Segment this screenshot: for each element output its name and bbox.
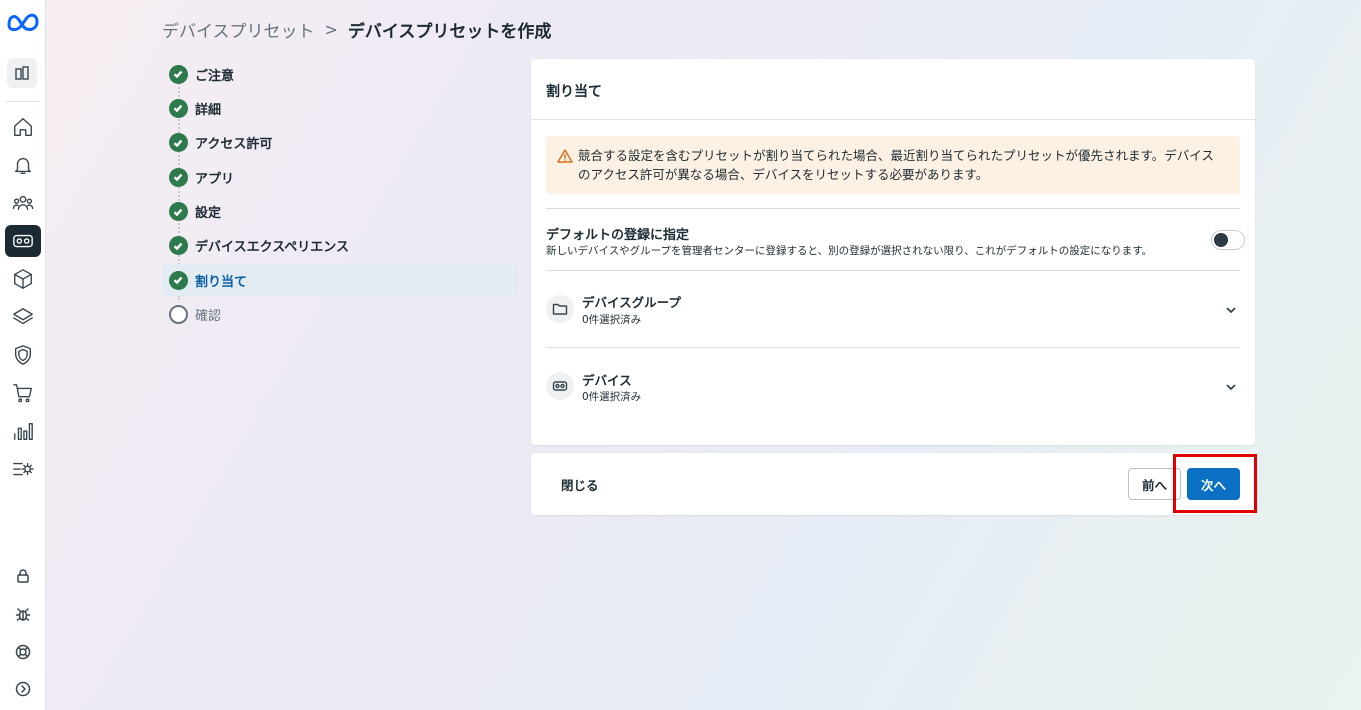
step-label: ご注意 xyxy=(195,68,235,84)
sidebar-item-users[interactable] xyxy=(5,187,41,219)
organization-icon xyxy=(15,66,29,80)
breadcrumb: デバイスプリセット > デバイスプリセットを作成 xyxy=(162,16,551,42)
warning-text-line-1: 競合する設定を含むプリセットが割り当てられた場合、最近割り当てられたプリセットが… xyxy=(578,148,1214,163)
warning-text-line-2: のアクセス許可が異なる場合、デバイスをリセットする必要があります。 xyxy=(578,167,989,182)
step-label: 詳細 xyxy=(195,102,222,118)
breadcrumb-parent-link[interactable]: デバイスプリセット xyxy=(162,17,315,42)
step-label: 確認 xyxy=(195,309,222,325)
shield-icon xyxy=(14,345,32,365)
settings-list-icon xyxy=(13,462,34,476)
sidebar-item-store[interactable] xyxy=(5,377,41,409)
step-item[interactable]: アクセス許可 xyxy=(162,127,518,159)
users-icon xyxy=(12,195,34,211)
sidebar-item-analytics[interactable] xyxy=(5,415,41,447)
step-item[interactable]: 確認 xyxy=(162,299,518,331)
empty-circle-icon xyxy=(168,305,188,325)
cart-icon xyxy=(13,384,32,403)
check-circle-icon xyxy=(168,167,188,187)
folder-icon xyxy=(552,303,568,315)
step-label: アクセス許可 xyxy=(195,137,273,153)
sidebar-item-help[interactable] xyxy=(5,636,41,668)
meta-logo-icon[interactable] xyxy=(6,10,40,32)
page-title: デバイスプリセットを作成 xyxy=(347,21,552,42)
sidebar xyxy=(0,0,46,710)
headset-icon xyxy=(552,381,568,391)
assignment-card: 割り当て 競合する設定を含むプリセットが割り当てられた場合、最近割り当てられたプ… xyxy=(531,59,1255,445)
step-label: デバイスエクスペリエンス xyxy=(195,240,350,256)
device-groups-count: 0件選択済み xyxy=(582,314,642,326)
sidebar-item-settings[interactable] xyxy=(5,453,41,485)
chevron-down-icon xyxy=(1224,379,1238,393)
check-circle-icon xyxy=(168,236,188,256)
sidebar-item-apps[interactable] xyxy=(5,263,41,295)
bar-chart-icon xyxy=(14,422,33,440)
home-icon xyxy=(14,118,32,136)
chevron-right-circle-icon xyxy=(15,681,31,697)
sidebar-divider xyxy=(6,101,40,102)
step-item[interactable]: 設定 xyxy=(162,196,518,228)
warning-banner: 競合する設定を含むプリセットが割り当てられた場合、最近割り当てられたプリセットが… xyxy=(546,136,1240,194)
default-enrollment-toggle[interactable] xyxy=(1211,230,1245,250)
sidebar-item-bug-report[interactable] xyxy=(5,598,41,630)
step-item[interactable]: デバイスエクスペリエンス xyxy=(162,230,518,262)
previous-button[interactable]: 前へ xyxy=(1128,468,1181,500)
cube-icon xyxy=(14,269,32,289)
folder-icon-badge xyxy=(546,295,574,323)
bug-icon xyxy=(15,608,31,621)
divider xyxy=(546,208,1240,209)
check-circle-icon xyxy=(168,133,188,153)
step-item[interactable]: ご注意 xyxy=(162,58,518,90)
sidebar-item-presets[interactable] xyxy=(5,301,41,333)
next-button[interactable]: 次へ xyxy=(1187,468,1240,500)
default-enrollment-title: デフォルトの登録に指定 xyxy=(546,228,690,243)
warning-icon xyxy=(557,149,573,163)
device-groups-title: デバイスグループ xyxy=(582,295,681,310)
check-circle-icon xyxy=(168,64,188,84)
devices-title: デバイス xyxy=(582,373,632,388)
sidebar-expand-button[interactable] xyxy=(5,673,41,705)
devices-accordion[interactable]: デバイス 0件選択済み xyxy=(546,348,1240,424)
check-circle-icon xyxy=(168,98,188,118)
devices-count: 0件選択済み xyxy=(582,391,642,403)
bell-icon xyxy=(14,157,32,174)
sidebar-item-home[interactable] xyxy=(5,111,41,143)
sidebar-item-security[interactable] xyxy=(5,339,41,371)
close-button[interactable]: 閉じる xyxy=(549,469,611,499)
breadcrumb-separator: > xyxy=(324,19,338,39)
toggle-knob xyxy=(1214,233,1228,247)
sidebar-item-notifications[interactable] xyxy=(5,149,41,181)
card-title: 割り当て xyxy=(531,59,1255,120)
step-label: アプリ xyxy=(195,171,235,187)
lifebuoy-icon xyxy=(15,644,31,660)
sidebar-item-lock[interactable] xyxy=(5,560,41,592)
step-item[interactable]: 詳細 xyxy=(162,92,518,124)
lock-icon xyxy=(17,569,29,583)
device-groups-accordion[interactable]: デバイスグループ 0件選択済み xyxy=(546,271,1240,347)
wizard-footer: 閉じる 前へ 次へ xyxy=(531,453,1255,515)
step-label: 割り当て xyxy=(195,274,248,290)
step-item[interactable]: 割り当て xyxy=(162,264,518,297)
check-circle-icon xyxy=(168,270,188,290)
headset-icon-badge xyxy=(546,372,574,400)
layers-icon xyxy=(13,308,33,325)
headset-icon xyxy=(13,234,33,248)
sidebar-item-devices[interactable] xyxy=(5,225,41,257)
check-circle-icon xyxy=(168,202,188,222)
step-item[interactable]: アプリ xyxy=(162,161,518,193)
chevron-down-icon xyxy=(1224,302,1238,316)
step-label: 設定 xyxy=(195,206,222,222)
default-enrollment-description: 新しいデバイスやグループを管理者センターに登録すると、別の登録が選択されない限り… xyxy=(546,245,1153,257)
organization-avatar[interactable] xyxy=(7,58,37,88)
wizard-steps: ご注意詳細アクセス許可 アプリ設定デバイスエクスペリエンス 割り当て確認 xyxy=(162,58,518,333)
